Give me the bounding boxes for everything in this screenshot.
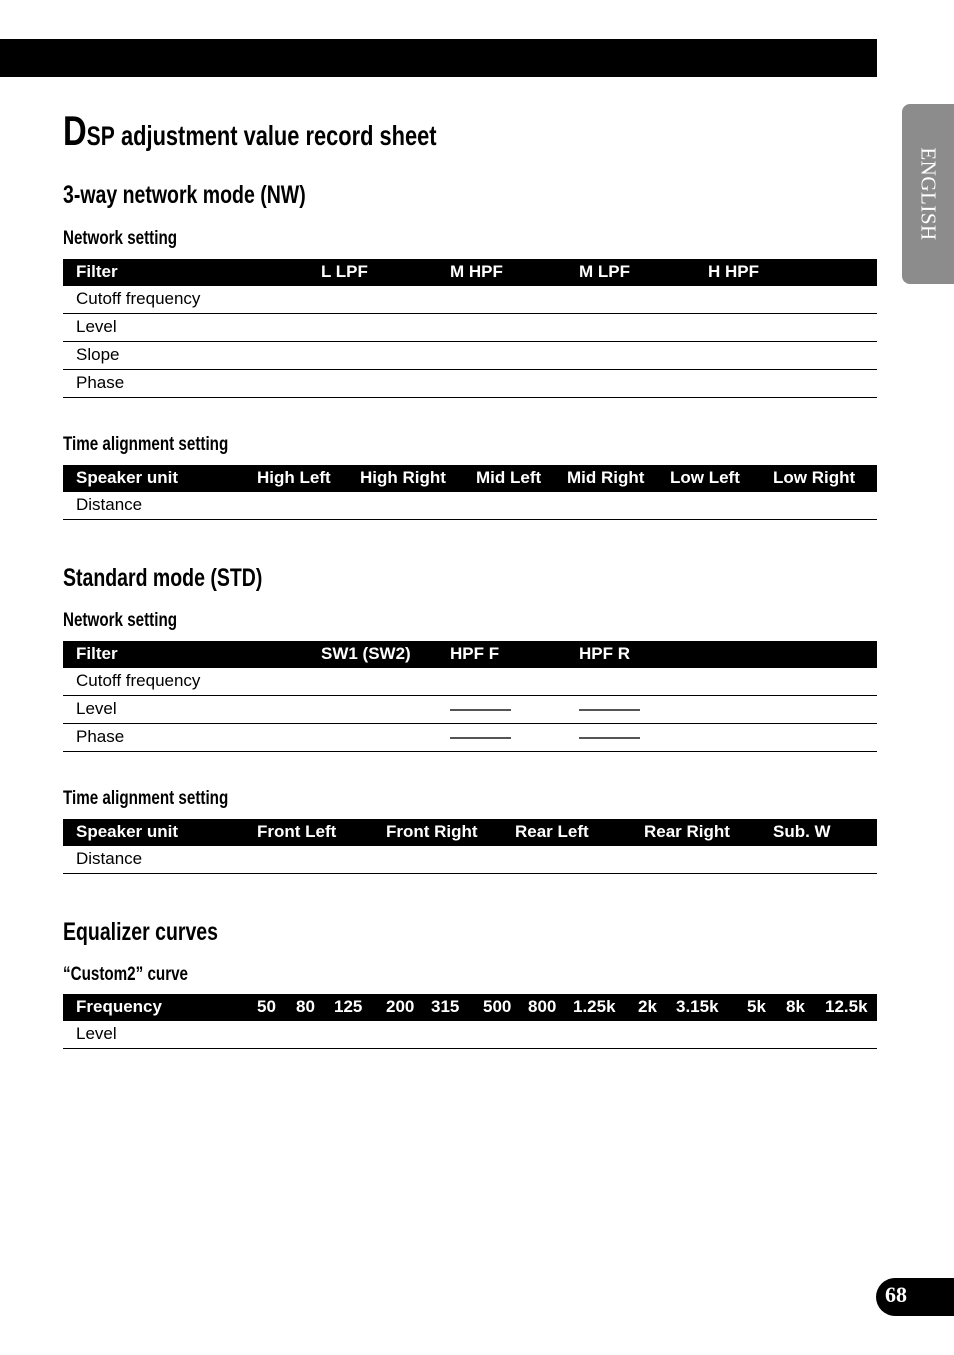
subheading-time-alignment: Time alignment setting — [63, 788, 229, 809]
column-header: Filter — [76, 644, 118, 663]
column-header: 2k — [638, 997, 657, 1016]
column-header: 12.5k — [825, 997, 868, 1016]
column-header: Front Right — [386, 822, 478, 841]
column-header: Speaker unit — [76, 822, 179, 841]
column-header: Mid Right — [567, 468, 645, 487]
column-header: High Right — [360, 468, 446, 487]
table-header: Speaker unit Front Left Front Right Rear… — [63, 819, 877, 846]
column-header: M HPF — [450, 262, 503, 281]
row-label: Distance — [76, 849, 143, 868]
table-row: Phase — [63, 724, 877, 752]
subheading-network-setting: Network setting — [63, 610, 178, 631]
table-row: Phase — [63, 370, 877, 398]
row-label: Cutoff frequency — [76, 289, 201, 308]
subheading-custom2-curve: “Custom2” curve — [63, 964, 189, 985]
column-header: H HPF — [708, 262, 759, 281]
row-label: Slope — [76, 345, 120, 364]
table-header: Frequency 50 80 125 200 315 500 800 1.25… — [63, 994, 877, 1021]
column-header: Mid Left — [476, 468, 542, 487]
column-header: 3.15k — [676, 997, 719, 1016]
table-row: Distance — [63, 492, 877, 520]
row-label: Phase — [76, 373, 125, 392]
column-header: SW1 (SW2) — [321, 644, 411, 663]
column-header: 200 — [386, 997, 415, 1016]
column-header: Front Left — [257, 822, 337, 841]
section-heading-eq: Equalizer curves — [63, 918, 219, 946]
page-title: DSP adjustment value record sheet — [63, 107, 437, 154]
column-header: Filter — [76, 262, 118, 281]
column-header: 125 — [334, 997, 363, 1016]
column-header: 5k — [747, 997, 766, 1016]
std-time-alignment-table: Speaker unit Front Left Front Right Rear… — [63, 819, 877, 874]
nw-network-table: Filter L LPF M HPF M LPF H HPF Cutoff fr… — [63, 259, 877, 398]
row-label: Distance — [76, 495, 143, 514]
column-header: Sub. W — [773, 822, 831, 841]
column-header: 50 — [257, 997, 276, 1016]
column-header: Frequency — [76, 997, 162, 1016]
not-applicable-dash — [450, 709, 511, 711]
row-label: Level — [76, 699, 117, 718]
table-header: Speaker unit High Left High Right Mid Le… — [63, 465, 877, 492]
table-header: Filter L LPF M HPF M LPF H HPF — [63, 259, 877, 286]
table-row: Level — [63, 696, 877, 724]
column-header: Low Right — [773, 468, 856, 487]
column-header: HPF F — [450, 644, 500, 663]
section-heading-std: Standard mode (STD) — [63, 564, 263, 592]
language-tab: ENGLISH — [902, 104, 954, 284]
header-bar — [0, 39, 877, 77]
nw-time-alignment-table: Speaker unit High Left High Right Mid Le… — [63, 465, 877, 520]
row-label: Cutoff frequency — [76, 671, 201, 690]
section-heading-nw: 3-way network mode (NW) — [63, 181, 306, 209]
column-header: HPF R — [579, 644, 630, 663]
column-header: 315 — [431, 997, 460, 1016]
table-row: Level — [63, 314, 877, 342]
page-number-badge: 68 — [876, 1278, 954, 1316]
column-header: 500 — [483, 997, 512, 1016]
column-header: 8k — [786, 997, 805, 1016]
table-row: Distance — [63, 846, 877, 874]
column-header: Low Left — [670, 468, 740, 487]
column-header: High Left — [257, 468, 331, 487]
row-label: Level — [76, 1024, 117, 1043]
language-tab-label: ENGLISH — [916, 147, 941, 241]
eq-curve-table: Frequency 50 80 125 200 315 500 800 1.25… — [63, 994, 877, 1049]
column-header: 1.25k — [573, 997, 616, 1016]
column-header: L LPF — [321, 262, 368, 281]
column-header: 800 — [528, 997, 557, 1016]
not-applicable-dash — [579, 709, 640, 711]
table-row: Slope — [63, 342, 877, 370]
std-network-table: Filter SW1 (SW2) HPF F HPF R Cutoff freq… — [63, 641, 877, 752]
row-label: Level — [76, 317, 117, 336]
row-label: Phase — [76, 727, 125, 746]
subheading-time-alignment: Time alignment setting — [63, 434, 229, 455]
table-row: Level — [63, 1021, 877, 1049]
table-row: Cutoff frequency — [63, 668, 877, 696]
column-header: Rear Left — [515, 822, 589, 841]
page-number: 68 — [885, 1282, 907, 1307]
subheading-network-setting: Network setting — [63, 228, 178, 249]
column-header: 80 — [296, 997, 315, 1016]
table-row: Cutoff frequency — [63, 286, 877, 314]
column-header: Rear Right — [644, 822, 730, 841]
column-header: Speaker unit — [76, 468, 179, 487]
table-header: Filter SW1 (SW2) HPF F HPF R — [63, 641, 877, 668]
not-applicable-dash — [579, 737, 640, 739]
column-header: M LPF — [579, 262, 630, 281]
not-applicable-dash — [450, 737, 511, 739]
